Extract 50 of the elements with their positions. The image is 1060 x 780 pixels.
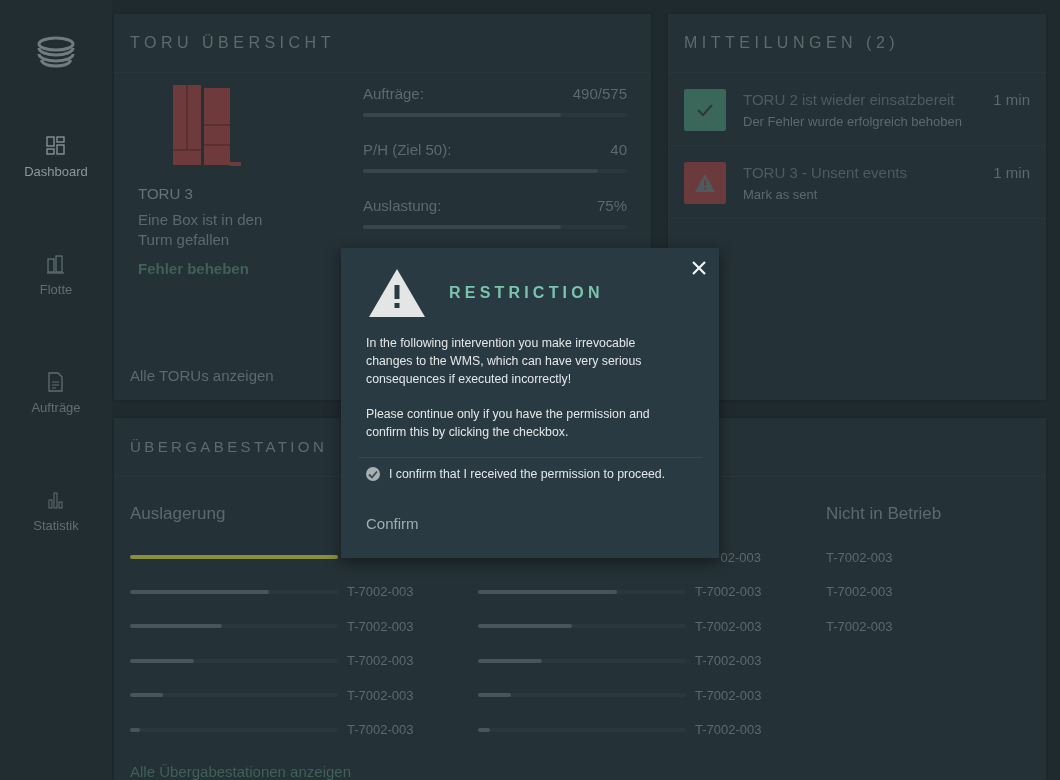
station-id: T-7002-003 — [347, 618, 414, 634]
metric-value: 490/575 — [572, 85, 627, 104]
metric-value: 40 — [610, 141, 627, 160]
station-id: T-7002-003 — [826, 618, 893, 634]
station-id: T-7002-003 — [826, 584, 893, 600]
column-header: Nicht in Betrieb — [826, 504, 942, 525]
checkmark-icon — [368, 469, 378, 479]
warning-icon — [369, 268, 425, 318]
metric-label: P/H (Ziel 50): — [363, 141, 452, 160]
confirm-button[interactable]: Confirm — [366, 515, 419, 532]
logo-icon — [36, 36, 76, 68]
confirm-checkbox[interactable] — [366, 467, 380, 481]
panel-title: MITTEILUNGEN (2) — [668, 14, 1046, 73]
nav-item[interactable]: Flotte — [6, 254, 106, 372]
notification-subtitle: Der Fehler wurde erfolgreich behoben — [743, 114, 963, 129]
notification-time: 1 min — [993, 164, 1030, 181]
nav-item[interactable]: Statistik — [6, 490, 106, 608]
panel-title: TORU ÜBERSICHT — [114, 14, 651, 73]
station-id: T-7002-003 — [695, 722, 762, 738]
metric-value: 75% — [596, 197, 627, 216]
station-id: T-7002-003 — [347, 722, 414, 738]
station-id: T-7002-003 — [826, 549, 893, 565]
columns-icon — [46, 254, 66, 274]
station-id: T-7002-003 — [347, 584, 414, 600]
station-id: T-7002-003 — [695, 653, 762, 669]
station-id: T-7002-003 — [695, 687, 762, 703]
close-button[interactable] — [691, 260, 707, 276]
grid-icon — [46, 136, 66, 156]
bar-chart-icon — [46, 490, 66, 510]
warning-icon — [694, 173, 716, 193]
device-name: TORU 3 — [138, 185, 194, 202]
station-id: T-7002-003 — [695, 618, 762, 634]
station-id: T-7002-003 — [695, 584, 762, 600]
notification-time: 1 min — [993, 91, 1030, 108]
nav-item[interactable]: Dashboard — [6, 136, 106, 254]
show-all-link[interactable]: Alle TORUs anzeigen — [114, 367, 290, 400]
dialog-title: RESTRICTION — [449, 284, 604, 302]
station-id: 02-003 — [719, 549, 761, 565]
close-icon — [691, 260, 707, 276]
metric-label: Auslastung: — [363, 197, 442, 216]
device-status: Eine Box ist in den Turm gefallen — [138, 210, 264, 250]
checkmark-icon — [697, 103, 713, 117]
station-id: T-7002-003 — [347, 653, 414, 669]
document-icon — [46, 372, 66, 392]
dialog-message: In the following intervention you make irrevocable changes to the WMS, which can have very serious consequences if executed incorrectly! — [366, 335, 643, 388]
notification-subtitle: Mark as sent — [743, 187, 819, 202]
metric-label: Aufträge: — [363, 85, 424, 104]
nav-item[interactable]: Aufträge — [6, 372, 106, 490]
column-header: Auslagerung — [130, 504, 226, 525]
station-id: T-7002-003 — [347, 687, 414, 703]
